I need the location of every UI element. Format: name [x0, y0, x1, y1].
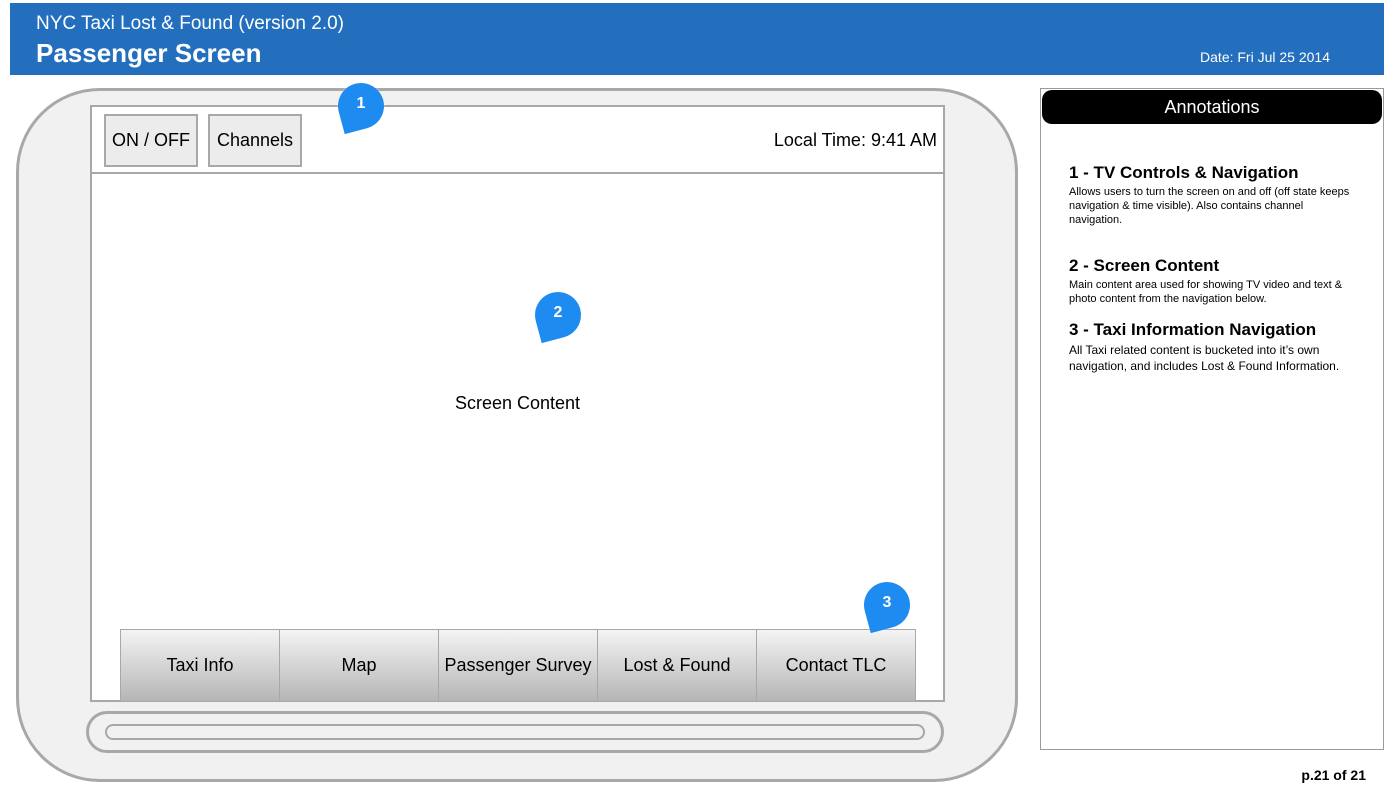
marker-number: 3 — [882, 594, 892, 611]
annotation-item-3: 3 - Taxi Information Navigation All Taxi… — [1069, 320, 1359, 374]
marker-number: 2 — [553, 304, 563, 321]
header-banner: NYC Taxi Lost & Found (version 2.0) Pass… — [10, 3, 1384, 75]
nav-tab-lost-found[interactable]: Lost & Found — [598, 629, 757, 702]
nav-tab-passenger-survey[interactable]: Passenger Survey — [439, 629, 598, 702]
annotation-marker-2: 2 — [529, 286, 587, 344]
taxi-info-navigation: Taxi Info Map Passenger Survey Lost & Fo… — [120, 629, 916, 702]
annotation-marker-1: 1 — [332, 77, 390, 135]
local-time-text: Local Time: 9:41 AM — [773, 130, 937, 150]
page-title: Passenger Screen — [36, 38, 262, 68]
annotation-heading: 3 - Taxi Information Navigation — [1069, 320, 1317, 339]
annotation-text: Allows users to turn the screen on and o… — [1069, 186, 1350, 226]
device-bottom-bar — [86, 711, 944, 753]
nav-tab-taxi-info[interactable]: Taxi Info — [120, 629, 280, 702]
annotation-text: All Taxi related content is bucketed int… — [1069, 343, 1340, 373]
annotation-marker-3: 3 — [858, 576, 916, 634]
annotation-heading: 1 - TV Controls & Navigation — [1069, 163, 1299, 182]
nav-tab-map[interactable]: Map — [280, 629, 439, 702]
page-number: p.21 of 21 — [1301, 767, 1366, 783]
annotations-title: Annotations — [1042, 90, 1382, 124]
date-label: Date: Fri Jul 25 2014 — [1200, 49, 1330, 65]
local-time: Local Time: 9:41 AM — [774, 130, 937, 151]
annotation-text: Main content area used for showing TV vi… — [1069, 279, 1343, 305]
screen-content-area: Screen Content — [454, 393, 581, 413]
device-bottom-slot — [105, 724, 925, 740]
annotations-panel: Annotations 1 - TV Controls & Navigation… — [1040, 88, 1384, 750]
annotation-item-1: 1 - TV Controls & Navigation Allows user… — [1069, 163, 1359, 227]
tv-controls-bar: ON / OFF Channels Local Time: 9:41 AM — [92, 107, 943, 174]
nav-tab-contact-tlc[interactable]: Contact TLC — [757, 629, 916, 702]
marker-number: 1 — [356, 95, 366, 112]
annotation-heading: 2 - Screen Content — [1069, 256, 1220, 275]
annotation-item-2: 2 - Screen Content Main content area use… — [1069, 256, 1359, 306]
passenger-screen: ON / OFF Channels Local Time: 9:41 AM Sc… — [90, 105, 945, 702]
channels-button[interactable]: Channels — [208, 114, 302, 167]
app-title: NYC Taxi Lost & Found (version 2.0) — [36, 13, 345, 34]
on-off-button[interactable]: ON / OFF — [104, 114, 198, 167]
